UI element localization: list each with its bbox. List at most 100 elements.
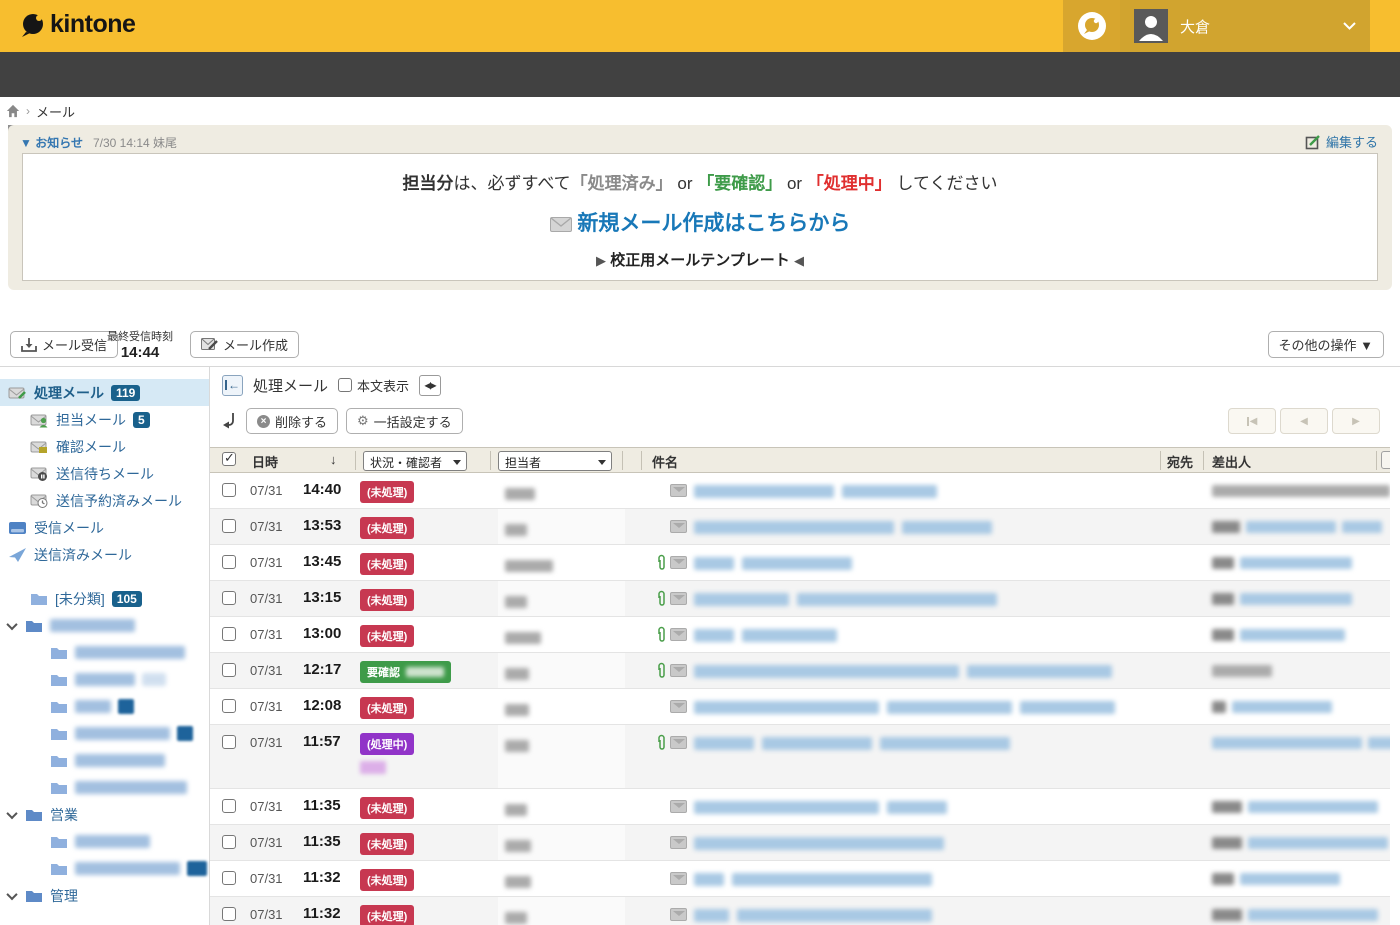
select-all-checkbox[interactable] [222,452,236,466]
receive-mail-label: メール受信 [42,335,107,354]
sidebar-item-inbox[interactable]: 受信メール [0,514,209,541]
mail-row[interactable]: 07/3113:00(未処理) [210,617,1400,653]
sidebar-item-assigned-mail[interactable]: 担当メール 5 [0,406,209,433]
mail-row[interactable]: 07/3111:57(処理中) [210,725,1400,789]
row-checkbox[interactable] [222,483,236,497]
folder-sub[interactable] [0,747,209,774]
mail-subject[interactable] [694,701,1115,714]
row-checkbox[interactable] [222,627,236,641]
col-datetime[interactable]: 日時 [252,452,278,471]
sidebar-item-process-mail[interactable]: 処理メール 119 [0,379,209,406]
folder-uncategorized[interactable]: [未分類] 105 [0,585,209,612]
checkbox[interactable] [338,378,352,392]
mail-subject[interactable] [694,629,837,642]
col-to[interactable]: 宛先 [1167,452,1193,471]
announcement-edit-link[interactable]: 編集する [1305,132,1378,151]
folder-group-admin[interactable]: 管理 [0,882,209,909]
sidebar-item-scheduled-mail[interactable]: 送信予約済みメール [0,487,209,514]
mail-subject[interactable] [694,873,932,886]
breadcrumb-app[interactable]: メール [36,102,75,121]
mail-subject[interactable] [694,909,932,922]
collapse-sidebar-button[interactable]: ← [222,375,243,396]
pager-first-button[interactable]: ◀ [1228,408,1276,434]
status-badge: (未処理) [360,697,414,719]
mail-date: 07/31 [250,555,283,570]
mail-row[interactable]: 07/3111:35(未処理) [210,825,1400,861]
template-link[interactable]: ▶ 校正用メールテンプレート ◀ [23,249,1377,270]
row-checkbox[interactable] [222,555,236,569]
pager-prev-button[interactable]: ◀ [1280,408,1328,434]
count-badge: 119 [111,385,140,401]
row-checkbox[interactable] [222,835,236,849]
folder-sub[interactable] [0,720,209,747]
row-checkbox[interactable] [222,663,236,677]
mail-subject[interactable] [694,801,947,814]
bulk-set-button[interactable]: ⚙一括設定する [346,408,463,434]
row-checkbox[interactable] [222,699,236,713]
more-actions-button[interactable]: その他の操作 ▼ [1268,331,1384,358]
delete-button[interactable]: ×削除する [246,408,338,434]
mail-row[interactable]: 07/3113:53(未処理) [210,509,1400,545]
new-mail-link[interactable]: 新規メール作成はこちらから [23,207,1377,237]
mail-row[interactable]: 07/3113:45(未処理) [210,545,1400,581]
mail-subject[interactable] [694,485,937,498]
mail-subject[interactable] [694,665,1112,678]
row-checkbox[interactable] [222,735,236,749]
mail-date: 07/31 [250,871,283,886]
sidebar-item-sent[interactable]: 送信済みメール [0,541,209,568]
pager-next-button[interactable]: ▶ [1332,408,1380,434]
mail-row[interactable]: 07/3112:08(未処理) [210,689,1400,725]
chevron-expand-icon[interactable] [6,618,17,629]
compose-mail-button[interactable]: メール作成 [190,331,299,358]
kintone-logo[interactable]: kintone [20,10,135,39]
sidebar-item-waiting-mail[interactable]: 送信待ちメール [0,460,209,487]
home-icon[interactable] [6,104,20,118]
col-subject[interactable]: 件名 [652,452,678,471]
app-launcher-button[interactable] [1063,0,1120,52]
user-menu[interactable]: 大倉 [1120,0,1370,52]
mail-subject[interactable] [694,737,1010,750]
mail-subject[interactable] [694,521,992,534]
body-view-toggle[interactable]: 本文表示 [338,376,409,395]
row-checkbox[interactable] [222,799,236,813]
folder-sub[interactable] [0,693,209,720]
sidebar-item-confirm-mail[interactable]: 確認メール [0,433,209,460]
attachment-clip-icon [656,554,666,577]
mail-subject[interactable] [694,837,944,850]
folder-sub[interactable] [0,828,209,855]
kintone-logo-text: kintone [50,10,135,39]
mail-subject[interactable] [694,557,852,570]
tri-right-icon: ▶ [596,253,606,268]
mail-row[interactable]: 07/3113:15(未処理) [210,581,1400,617]
column-resize-button[interactable]: ◀|▶ [419,375,441,396]
col-from[interactable]: 差出人 [1212,452,1251,471]
folder-sub[interactable] [0,639,209,666]
mail-row[interactable]: 07/3111:32(未処理) [210,861,1400,897]
redacted-folder-name [75,646,185,659]
row-checkbox[interactable] [222,871,236,885]
folder-group-sales[interactable]: 営業 [0,801,209,828]
status-filter-select[interactable]: 状況・確認者 [363,451,467,471]
folder-sub[interactable] [0,855,209,882]
row-checkbox[interactable] [222,907,236,921]
redacted-assignee [505,596,527,608]
assignee-filter-select[interactable]: 担当者 [498,451,612,471]
folder-sub[interactable] [0,666,209,693]
kintone-mail-app: kintone 大倉 ⚙ ? › メール ▼ お知らせ [0,0,1400,925]
chevron-expand-icon[interactable] [6,888,17,899]
mail-row[interactable]: 07/3114:40(未処理) [210,473,1400,509]
mail-row[interactable]: 07/3111:32(未処理) [210,897,1400,925]
bulk-set-label: 一括設定する [374,412,452,431]
mail-row[interactable]: 07/3111:35(未処理) [210,789,1400,825]
sort-desc-icon[interactable]: ↓ [330,452,337,467]
mail-row[interactable]: 07/3112:17要確認 [210,653,1400,689]
mail-subject[interactable] [694,593,997,606]
folder-group-1[interactable] [0,612,209,639]
chevron-expand-icon[interactable] [6,807,17,818]
row-checkbox[interactable] [222,519,236,533]
announcement-toggle[interactable]: ▼ お知らせ [20,134,83,151]
receive-mail-button[interactable]: メール受信 [10,331,118,358]
folder-sub[interactable] [0,774,209,801]
row-checkbox[interactable] [222,591,236,605]
folder-icon [30,591,48,606]
